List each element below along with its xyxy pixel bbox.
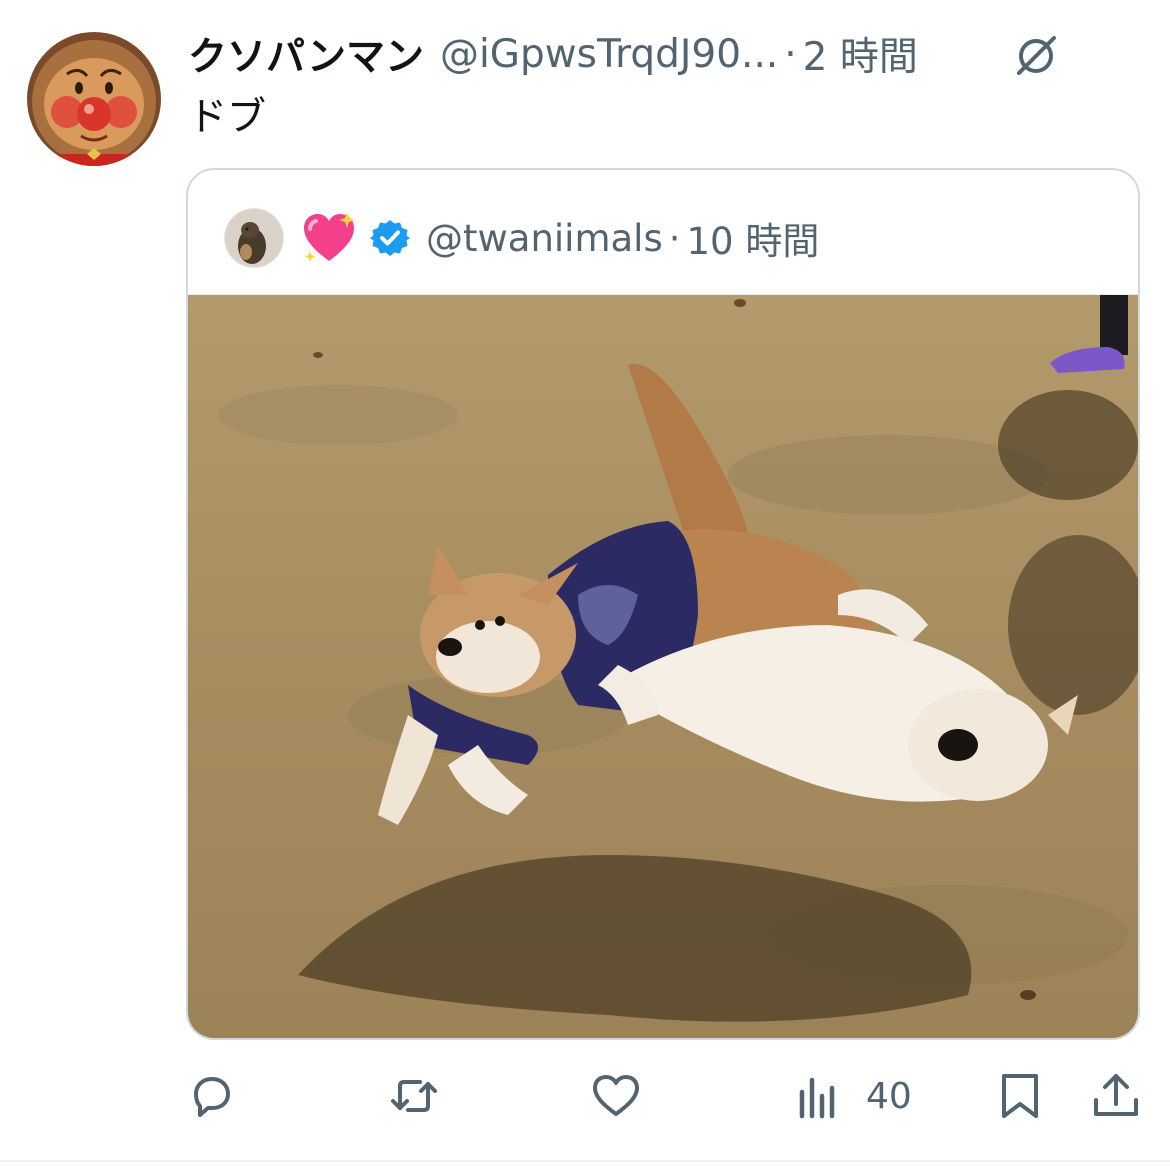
views-icon — [799, 1077, 835, 1119]
quoted-user-handle[interactable]: @twaniimals — [426, 217, 663, 260]
display-name[interactable]: クソパンマン — [188, 26, 424, 82]
retweet-icon — [391, 1080, 437, 1112]
share-icon — [1094, 1074, 1138, 1116]
quoted-tweet-card[interactable]: @twaniimals · 10 時間 — [186, 168, 1140, 1040]
like-button[interactable] — [590, 1064, 642, 1128]
anpanman-avatar-icon — [27, 32, 161, 166]
action-bar: 40 — [0, 1064, 1170, 1128]
views-button[interactable]: 40 — [794, 1064, 912, 1128]
tweet-header: クソパンマン @iGpwsTrqdJ90... · 2 時間 — [188, 24, 918, 84]
bookmark-icon — [1002, 1074, 1038, 1118]
verified-badge-icon — [370, 218, 410, 258]
quoted-avatar[interactable] — [224, 208, 284, 268]
separator-dot: · — [784, 31, 797, 77]
user-handle[interactable]: @iGpwsTrqdJ90... — [440, 32, 778, 77]
bottom-divider — [0, 1160, 1170, 1162]
reply-icon — [194, 1077, 230, 1117]
quoted-tweet-time[interactable]: 10 時間 — [687, 211, 820, 265]
bookmark-button[interactable] — [994, 1064, 1046, 1128]
share-button[interactable] — [1090, 1064, 1142, 1128]
avatar[interactable] — [27, 32, 161, 166]
dogs-photo-image — [188, 295, 1138, 1038]
quoted-tweet-header: @twaniimals · 10 時間 — [224, 208, 819, 268]
sparkling-heart-icon — [300, 209, 358, 267]
quoted-photo[interactable] — [188, 294, 1138, 1038]
reply-button[interactable] — [186, 1064, 238, 1128]
retweet-button[interactable] — [388, 1064, 440, 1128]
like-icon — [593, 1075, 639, 1116]
quoted-separator-dot: · — [668, 216, 681, 260]
grok-icon[interactable] — [1010, 30, 1062, 82]
views-count: 40 — [866, 1075, 912, 1117]
tweet-time[interactable]: 2 時間 — [803, 26, 918, 82]
tweet-text: ドブ — [188, 95, 267, 140]
